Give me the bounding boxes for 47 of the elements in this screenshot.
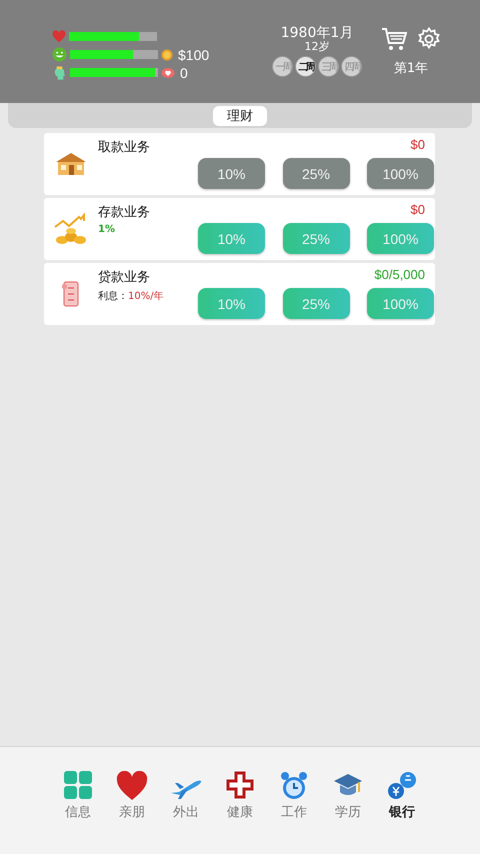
percent-button[interactable]: 25% (282, 223, 350, 254)
heart-badge-icon (161, 66, 175, 78)
year-text: 第1年 (394, 60, 428, 76)
tab[interactable]: 理财 (213, 106, 267, 126)
nav-item[interactable]: 外出 (163, 771, 209, 854)
service-title: 贷款业务 (98, 269, 151, 286)
nav-item[interactable]: 学历 (325, 771, 371, 854)
alarm-clock-icon (278, 771, 310, 801)
coins-chart-icon (54, 213, 88, 245)
heart-icon (52, 30, 66, 44)
service-title: 取款业务 (98, 139, 151, 156)
head-icon (52, 64, 67, 80)
week-button[interactable]: 二周 (295, 56, 316, 77)
banknote-scroll-icon (61, 280, 81, 308)
amount-text: $0/5,000 (374, 267, 425, 282)
date-text: 1980年1月 (280, 26, 354, 41)
currency-exchange-icon (386, 771, 418, 801)
percent-button[interactable]: 25% (282, 288, 350, 319)
settings-icon[interactable] (417, 26, 441, 50)
stat-value: 0 (180, 64, 188, 80)
age-text: 12岁 (304, 41, 330, 53)
nav-item[interactable]: 亲朋 (109, 771, 155, 854)
amount-text: $0 (410, 202, 425, 217)
heart-icon (116, 771, 148, 801)
rate-text: 1% (98, 224, 116, 235)
week-button[interactable]: 四周 (341, 56, 362, 77)
medical-cross-icon (224, 771, 256, 801)
percent-button[interactable]: 10% (198, 288, 265, 319)
bank-building-icon (54, 151, 88, 177)
nav-item[interactable]: 健康 (217, 771, 263, 854)
week-button[interactable]: 一周 (272, 56, 293, 77)
smiley-icon (52, 47, 67, 62)
interest-label: 利息： (98, 290, 128, 303)
nav-item[interactable]: 信息 (55, 771, 101, 854)
nav-item[interactable]: 工作 (271, 771, 317, 854)
percent-button[interactable]: 10% (198, 223, 265, 254)
cart-icon[interactable] (381, 26, 407, 50)
amount-text: $0 (410, 137, 425, 152)
week-button[interactable]: 三周 (318, 56, 339, 77)
percent-button[interactable]: 100% (367, 223, 434, 254)
stat-value: $100 (178, 46, 210, 62)
interest-rate: 10%/年 (128, 290, 164, 303)
service-title: 存款业务 (98, 204, 151, 221)
grid-icon (62, 771, 94, 801)
coin-icon (161, 48, 173, 60)
nav-item[interactable]: 银行 (379, 771, 425, 854)
percent-button[interactable]: 100% (367, 288, 434, 319)
